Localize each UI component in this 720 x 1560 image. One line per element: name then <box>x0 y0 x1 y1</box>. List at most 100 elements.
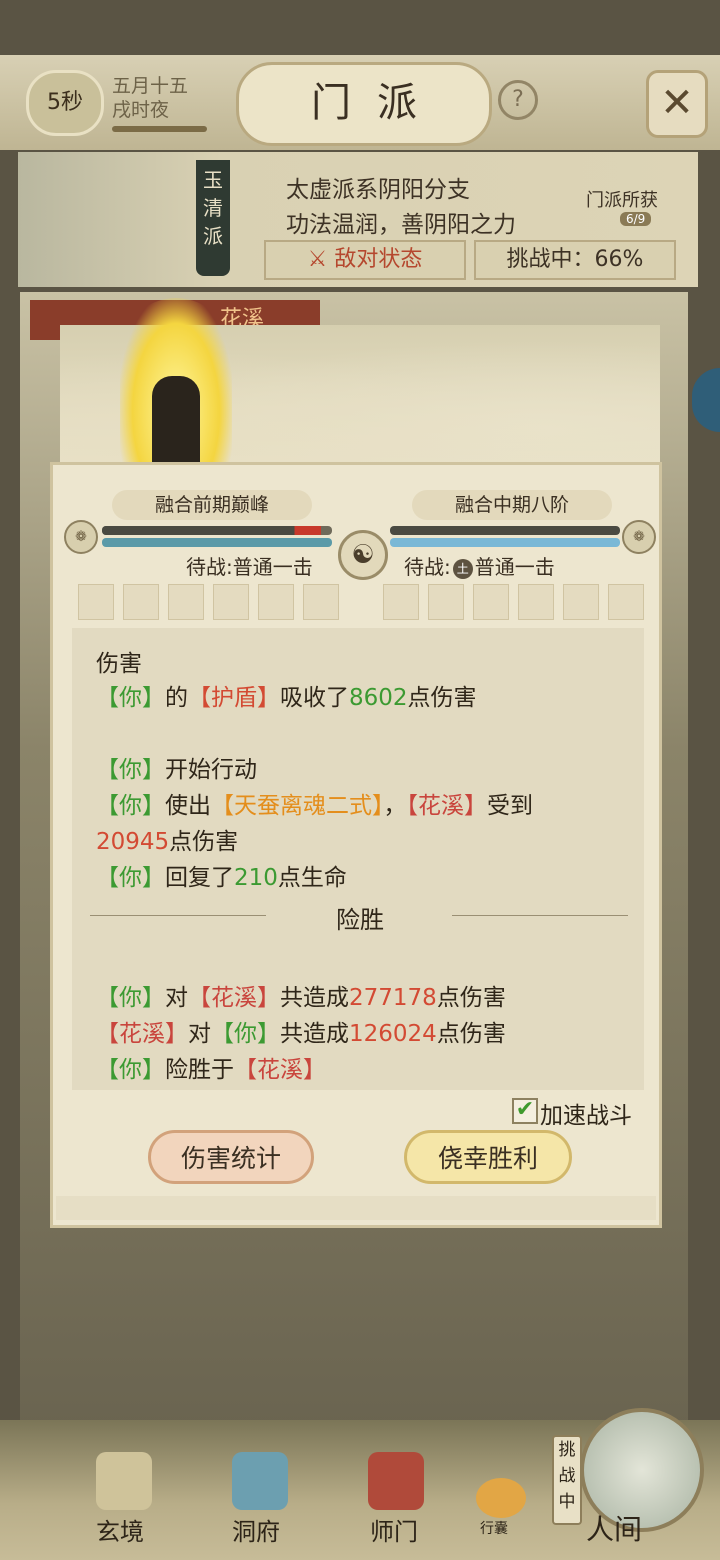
log-text: 受到 <box>487 793 533 819</box>
log-text: 险胜于 <box>165 1057 234 1083</box>
enemy-buff-slot <box>563 584 599 620</box>
divider <box>452 915 628 916</box>
log-line: 【你】开始行动 <box>96 750 257 784</box>
player-buff-slot <box>213 584 249 620</box>
enemy-name: 【花溪】 <box>96 1021 188 1047</box>
skill-name: 【护盾】 <box>188 685 280 711</box>
battle-result-label: 险胜 <box>336 906 384 934</box>
date-line-2: 戌时夜 <box>112 99 170 121</box>
log-text: 对 <box>165 985 188 1011</box>
time-progress-bar <box>112 126 207 132</box>
log-text: 共造成 <box>280 1021 349 1047</box>
summary-line: 【你】对【花溪】共造成277178点伤害 <box>96 978 506 1012</box>
summary-line: 【花溪】对【你】共造成126024点伤害 <box>96 1014 506 1048</box>
skill-name: 【天蚕离魂二式】 <box>211 793 384 819</box>
challenge-progress: 挑战中：66% <box>474 240 676 280</box>
player-buff-slot <box>123 584 159 620</box>
log-value: 8602 <box>349 685 408 711</box>
player-buff-slot <box>168 584 204 620</box>
enemy-waiting-prefix: 待战: <box>404 555 451 579</box>
dialog-footer <box>56 1196 656 1220</box>
enemy-buff-slot <box>518 584 554 620</box>
player-waiting-action: 待战:普通一击 <box>186 555 313 579</box>
log-value: 210 <box>234 865 278 891</box>
player-buff-slot <box>258 584 294 620</box>
challenge-in-progress-tag: 挑战中 <box>552 1435 582 1525</box>
sect-reward-button[interactable]: 门派所获 <box>586 186 658 212</box>
checkmark-icon: ✔ <box>515 1097 535 1122</box>
log-text: ， <box>383 793 407 819</box>
damage-stats-button[interactable]: 伤害统计 <box>148 1130 314 1184</box>
ally-name: 【你】 <box>96 757 165 783</box>
log-text: 的 <box>165 685 188 711</box>
player-realm-label: 融合前期巅峰 <box>112 490 312 520</box>
ally-name: 【你】 <box>96 685 165 711</box>
log-text: 吸收了 <box>280 685 349 711</box>
log-line: 【你】使出【天蚕离魂二式】，【花溪】受到 <box>96 786 533 820</box>
log-value: 20945 <box>96 829 170 855</box>
enemy-status-label: 敌对状态 <box>334 247 423 272</box>
enemy-buff-slot <box>473 584 509 620</box>
enemy-buff-slot <box>608 584 644 620</box>
sect-name-banner: 玉清派 <box>196 160 230 276</box>
nav-item-dongfu[interactable]: 洞府 <box>232 1512 280 1547</box>
player-character <box>152 376 200 476</box>
crossed-swords-icon: ⚔ <box>307 247 335 272</box>
scroll-icon <box>96 1452 152 1510</box>
enemy-name: 【花溪】 <box>234 1057 326 1083</box>
enemy-name: 【花溪】 <box>406 793 488 819</box>
nav-item-bag[interactable]: 行囊 <box>480 1518 508 1538</box>
bag-icon <box>476 1478 526 1518</box>
nav-item-renjian[interactable]: 人间 <box>586 1508 642 1548</box>
log-text: 开始行动 <box>165 757 257 783</box>
player-hp-fill <box>102 526 321 535</box>
divider <box>90 915 266 916</box>
player-mp-bar <box>102 538 332 547</box>
enemy-buff-slot <box>383 584 419 620</box>
page-title-plate: 门派 <box>236 62 492 146</box>
ally-name: 【你】 <box>96 793 165 819</box>
player-buff-slot <box>78 584 114 620</box>
log-value: 126024 <box>349 1021 437 1047</box>
log-text: 对 <box>188 1021 211 1047</box>
log-text: 点伤害 <box>436 1021 506 1047</box>
log-text: 使出 <box>165 793 211 819</box>
ally-name: 【你】 <box>96 865 165 891</box>
enemy-mp-bar <box>390 538 620 547</box>
date-line-1: 五月十五 <box>112 75 189 97</box>
log-text: 共造成 <box>280 985 349 1011</box>
log-text: 点伤害 <box>169 829 239 855</box>
log-line: 【你】回复了210点生命 <box>96 858 347 892</box>
pavilion-icon <box>232 1452 288 1510</box>
nav-item-shimen[interactable]: 师门 <box>370 1512 418 1547</box>
yin-yang-icon: ☯ <box>338 530 388 580</box>
log-text: 伤害 <box>96 651 142 677</box>
sect-description-line-2: 功法温润，善阴阳之力 <box>286 212 516 238</box>
log-value: 277178 <box>349 985 437 1011</box>
enemy-status-badge: ⚔ 敌对状态 <box>264 240 466 280</box>
enemy-waiting-action-label: 普通一击 <box>474 555 555 579</box>
enemy-mp-fill <box>390 538 620 547</box>
enemy-buff-slot <box>428 584 464 620</box>
player-buff-slot <box>303 584 339 620</box>
side-pet-icon[interactable] <box>692 368 720 432</box>
nav-item-xuanjing[interactable]: 玄境 <box>96 1512 144 1547</box>
game-date: 五月十五 戌时夜 <box>112 74 188 122</box>
banner-icon <box>368 1452 424 1510</box>
ally-name: 【你】 <box>211 1021 280 1047</box>
speed-battle-checkbox[interactable]: ✔ <box>512 1098 538 1124</box>
earth-element-icon: 土 <box>452 558 473 579</box>
ally-name: 【你】 <box>96 985 165 1011</box>
player-mp-fill <box>102 538 332 547</box>
help-button[interactable]: ? <box>498 80 538 120</box>
speed-battle-label[interactable]: 加速战斗 <box>540 1096 632 1130</box>
victory-confirm-button[interactable]: 侥幸胜利 <box>404 1130 572 1184</box>
timer-badge: 5秒 <box>26 70 104 136</box>
enemy-avatar: ❁ <box>622 520 656 554</box>
enemy-waiting-action: 待战: 土普通一击 <box>404 551 555 580</box>
close-button[interactable]: ✕ <box>646 70 708 138</box>
log-line: 20945点伤害 <box>96 822 238 856</box>
enemy-realm-label: 融合中期八阶 <box>412 490 612 520</box>
log-text: 回复了 <box>165 865 234 891</box>
log-line: 伤害 <box>96 644 142 678</box>
